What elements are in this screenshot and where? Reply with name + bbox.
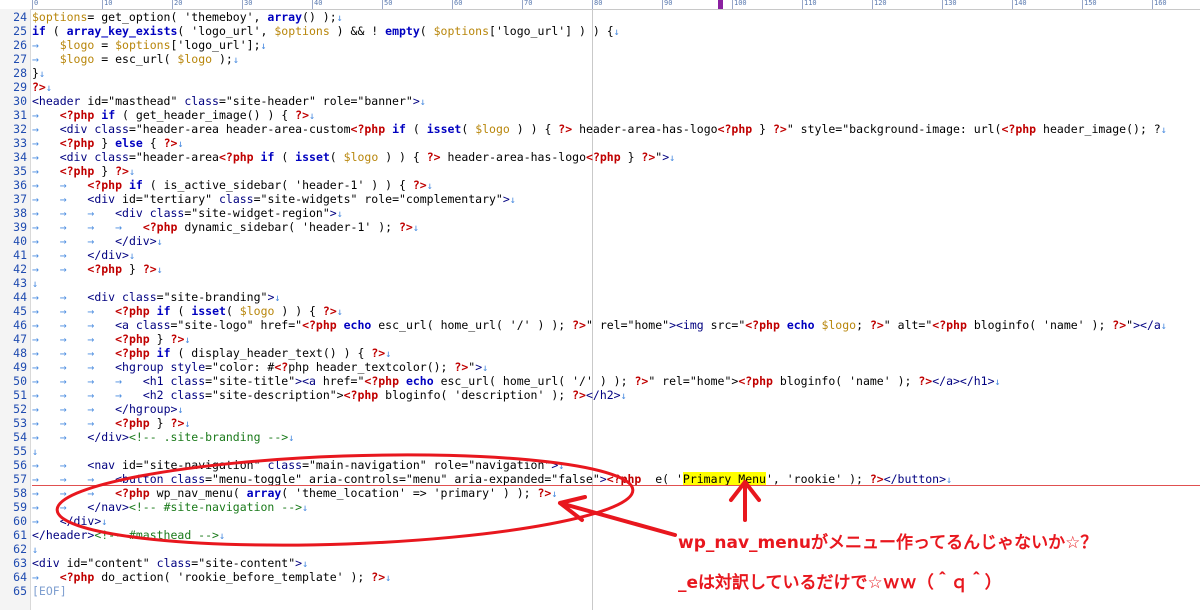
red-circle-annotation: [55, 453, 635, 547]
red-arrow-annotation: [558, 495, 677, 537]
red-arrow-annotation-2: [729, 480, 761, 522]
annotation-overlay: [55, 453, 761, 547]
annotation-text-1: wp_nav_menuがメニュー作ってるんじゃないか☆？: [678, 533, 1098, 553]
annotation-text-2: _eは対訳しているだけで☆ｗｗ（＾ｑ＾）: [678, 573, 1002, 593]
